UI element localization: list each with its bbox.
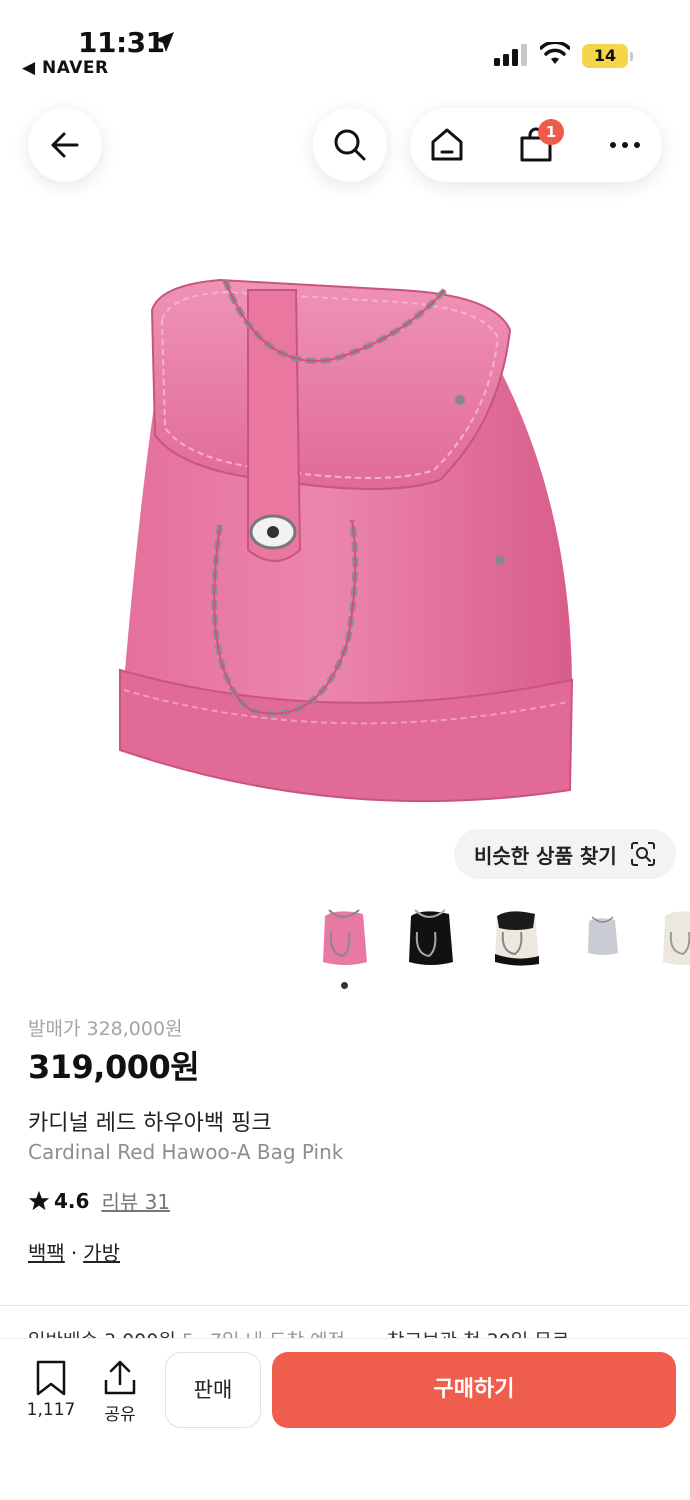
star-icon bbox=[28, 1190, 50, 1210]
battery-tip bbox=[630, 52, 633, 61]
silver-bag-thumbnail bbox=[588, 916, 618, 955]
home-button[interactable] bbox=[410, 108, 484, 182]
find-similar-label: 비슷한 상품 찾기 bbox=[474, 843, 617, 868]
review-link[interactable]: 리뷰 31 bbox=[101, 1186, 170, 1215]
thumbnail-black[interactable] bbox=[396, 898, 466, 972]
rating-score: 4.6 bbox=[54, 1188, 90, 1213]
category-separator: · bbox=[70, 1241, 78, 1265]
cart-button[interactable] bbox=[499, 108, 573, 182]
buy-button[interactable]: 구매하기 bbox=[272, 1352, 676, 1428]
bookmark-button[interactable]: 1,117 bbox=[22, 1360, 80, 1426]
category-backpack-link[interactable]: 백팩 bbox=[28, 1241, 65, 1265]
rating-row: 4.6 리뷰 31 bbox=[28, 1186, 170, 1215]
thumbnail-silver[interactable] bbox=[568, 898, 638, 972]
color-thumbnails bbox=[310, 898, 690, 978]
carousel-dot-active bbox=[341, 982, 348, 989]
visual-search-icon bbox=[631, 842, 655, 866]
category-bag-link[interactable]: 가방 bbox=[83, 1241, 120, 1265]
wifi-icon bbox=[540, 42, 570, 64]
back-button[interactable] bbox=[28, 108, 102, 182]
search-icon bbox=[334, 129, 366, 161]
product-name-korean: 카디널 레드 하우아백 핑크 bbox=[28, 1111, 272, 1136]
current-price: 319,000원 bbox=[28, 1048, 200, 1086]
thumbnail-cream-black[interactable] bbox=[482, 898, 552, 972]
find-similar-button[interactable]: 비슷한 상품 찾기 bbox=[454, 829, 676, 879]
cream-chain-bag-thumbnail bbox=[663, 911, 690, 965]
status-bar: 11:31 ◀ NAVER 14 bbox=[0, 0, 690, 90]
cellular-signal-icon bbox=[494, 44, 527, 66]
cart-count-badge: 1 bbox=[538, 119, 564, 145]
bookmark-icon bbox=[36, 1360, 66, 1396]
search-button[interactable] bbox=[313, 108, 387, 182]
thumbnail-pink[interactable] bbox=[310, 898, 380, 972]
category-links: 백팩 · 가방 bbox=[28, 1237, 120, 1266]
original-price: 발매가 328,000원 bbox=[28, 1018, 183, 1040]
more-icon bbox=[610, 142, 640, 148]
bookmark-count: 1,117 bbox=[26, 1400, 76, 1420]
more-button[interactable] bbox=[588, 108, 662, 182]
back-arrow-icon bbox=[51, 132, 79, 158]
share-label: 공유 bbox=[104, 1405, 136, 1425]
product-image[interactable] bbox=[100, 250, 600, 830]
product-name-english: Cardinal Red Hawoo-A Bag Pink bbox=[28, 1140, 344, 1164]
share-icon bbox=[104, 1360, 136, 1395]
cream-bag-thumbnail bbox=[495, 911, 539, 966]
thumbnail-cream[interactable] bbox=[650, 898, 690, 972]
share-button[interactable]: 공유 bbox=[92, 1360, 148, 1426]
battery-indicator: 14 bbox=[582, 44, 628, 68]
back-to-app-link[interactable]: ◀ NAVER bbox=[22, 58, 109, 78]
pink-bag-thumbnail bbox=[323, 909, 367, 965]
home-icon bbox=[431, 128, 463, 161]
section-divider bbox=[0, 1305, 690, 1306]
location-arrow-icon bbox=[154, 32, 174, 52]
nav-action-group bbox=[410, 108, 662, 182]
black-bag-thumbnail bbox=[409, 909, 453, 965]
sell-button[interactable]: 판매 bbox=[165, 1352, 261, 1428]
